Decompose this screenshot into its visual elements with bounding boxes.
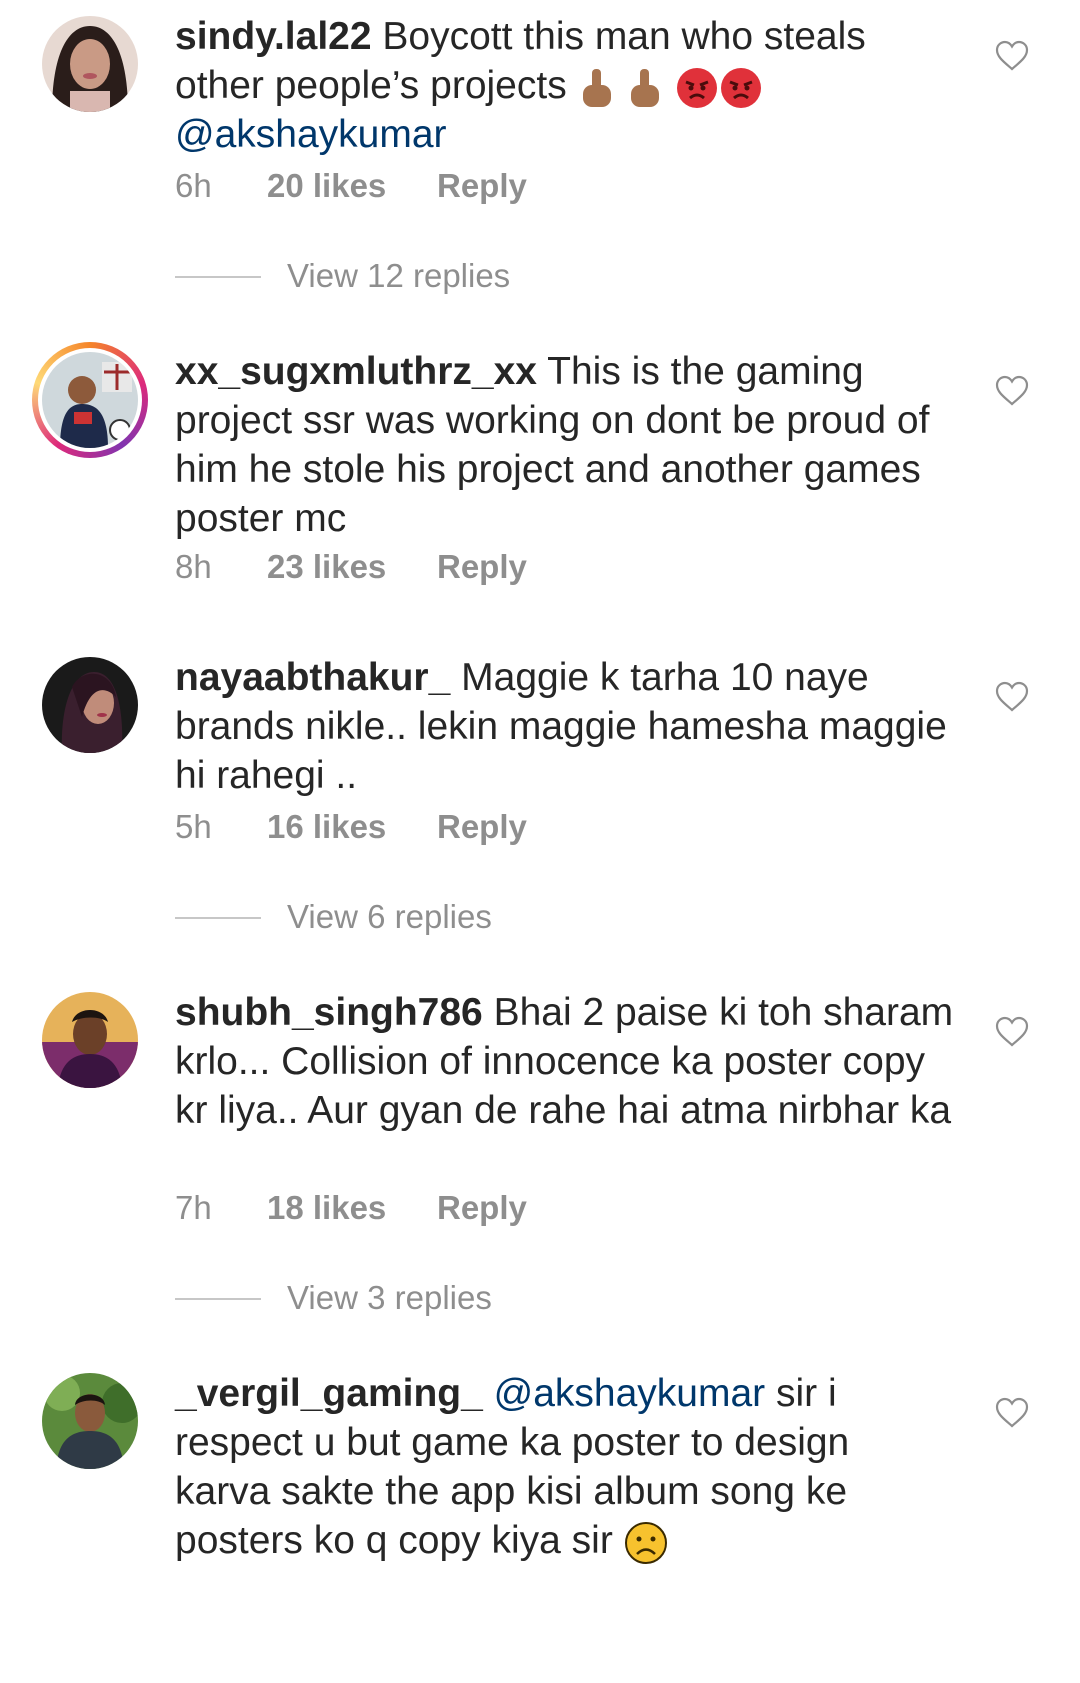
likes-count[interactable]: 18 likes bbox=[267, 1188, 386, 1228]
view-replies-label: View 3 replies bbox=[287, 1279, 492, 1316]
angry-face-emoji bbox=[721, 67, 762, 108]
comment-text: nayaabthakur_ Maggie k tarha 10 naye bra… bbox=[175, 653, 955, 800]
username[interactable]: nayaabthakur_ bbox=[175, 656, 450, 699]
mention-link[interactable]: @akshaykumar bbox=[175, 113, 447, 156]
timestamp: 7h bbox=[175, 1189, 212, 1226]
username[interactable]: shubh_singh786 bbox=[175, 991, 483, 1034]
likes-count[interactable]: 16 likes bbox=[267, 807, 386, 847]
timestamp: 5h bbox=[175, 808, 212, 845]
likes-count[interactable]: 23 likes bbox=[267, 547, 386, 587]
timestamp: 8h bbox=[175, 548, 212, 585]
divider-line bbox=[175, 1298, 261, 1300]
divider-line bbox=[175, 276, 261, 278]
avatar[interactable] bbox=[42, 1373, 138, 1469]
avatar[interactable] bbox=[42, 657, 138, 753]
avatar[interactable] bbox=[42, 992, 138, 1088]
heart-outline-icon[interactable] bbox=[995, 375, 1029, 407]
heart-outline-icon[interactable] bbox=[995, 1016, 1029, 1048]
username[interactable]: _vergil_gaming_ bbox=[175, 1372, 483, 1415]
angry-face-emoji bbox=[677, 67, 718, 108]
heart-outline-icon[interactable] bbox=[995, 40, 1029, 72]
middle-finger-emoji bbox=[582, 68, 611, 107]
divider-line bbox=[175, 917, 261, 919]
timestamp: 6h bbox=[175, 167, 212, 204]
mention-link[interactable]: @akshaykumar bbox=[494, 1372, 766, 1415]
heart-outline-icon[interactable] bbox=[995, 1397, 1029, 1429]
heart-outline-icon[interactable] bbox=[995, 681, 1029, 713]
avatar[interactable] bbox=[42, 16, 138, 112]
middle-finger-emoji bbox=[631, 68, 660, 107]
view-replies-label: View 6 replies bbox=[287, 898, 492, 935]
comment-text: _vergil_gaming_ @akshaykumar sir i respe… bbox=[175, 1369, 955, 1565]
comment-text: xx_sugxmluthrz_xx This is the gaming pro… bbox=[175, 347, 955, 543]
frowning-face-emoji bbox=[624, 1521, 667, 1564]
avatar bbox=[42, 352, 138, 448]
reply-button[interactable]: Reply bbox=[437, 547, 527, 587]
comment-text: shubh_singh786 Bhai 2 paise ki toh shara… bbox=[175, 988, 955, 1135]
username[interactable]: xx_sugxmluthrz_xx bbox=[175, 350, 537, 393]
reply-button[interactable]: Reply bbox=[437, 807, 527, 847]
likes-count[interactable]: 20 likes bbox=[267, 166, 386, 206]
username[interactable]: sindy.lal22 bbox=[175, 15, 372, 58]
view-replies-label: View 12 replies bbox=[287, 257, 511, 294]
comment-text: sindy.lal22 Boycott this man who steals … bbox=[175, 12, 955, 159]
avatar-ring-inner bbox=[38, 348, 142, 452]
reply-button[interactable]: Reply bbox=[437, 1188, 527, 1228]
avatar-story-ring[interactable] bbox=[32, 342, 148, 458]
reply-button[interactable]: Reply bbox=[437, 166, 527, 206]
